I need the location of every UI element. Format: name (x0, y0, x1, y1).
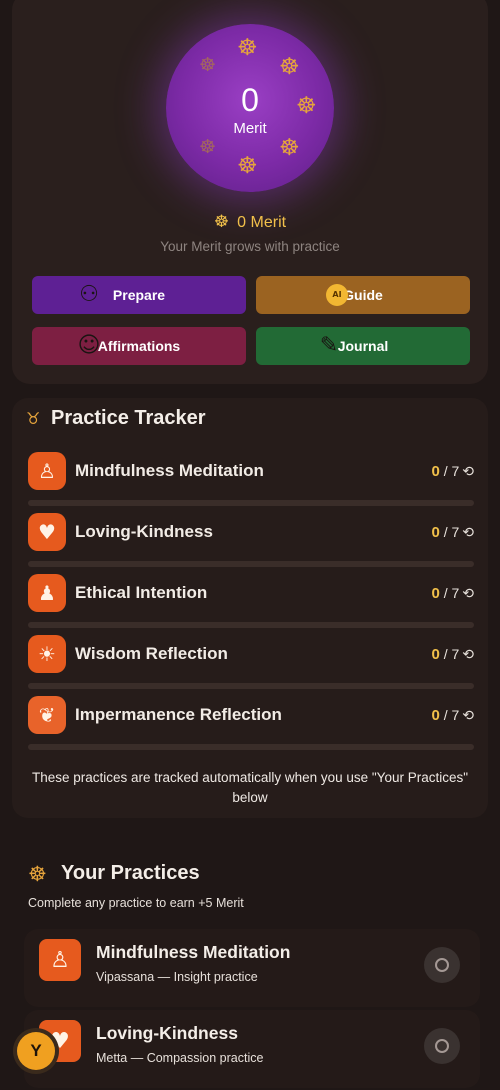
meditation-icon: ♙ (28, 452, 66, 490)
tracker-row[interactable]: ☀ Wisdom Reflection 0 / 7 ⟲ (28, 635, 474, 695)
tracker-row[interactable]: ♟ Ethical Intention 0 / 7 ⟲ (28, 574, 474, 634)
app-page: ☸ ☸ ☸ ☸ ☸ ☸ ☸ 0 Merit ☸ 0 Merit Your Meri… (0, 0, 500, 1090)
dharma-wheel-icon: ☸ (213, 212, 230, 232)
merit-subtitle: Your Merit grows with practice (160, 239, 340, 254)
guide-button[interactable]: AI Guide (256, 276, 470, 314)
tracker-progress-bar (28, 561, 474, 567)
tracker-row[interactable]: ♥ Loving-Kindness 0 / 7 ⟲ (28, 513, 474, 573)
practice-subtitle: Vipassana — Insight practice (96, 970, 258, 984)
journal-button[interactable]: ✎ Journal (256, 327, 470, 365)
merit-summary: ☸ 0 Merit (0, 212, 500, 232)
dharma-wheel-icon: ☸ (199, 136, 217, 158)
practice-card[interactable]: ♙ Mindfulness Meditation Vipassana — Ins… (24, 929, 480, 1007)
tracker-row-count: 0 / 7 ⟲ (431, 646, 474, 663)
history-icon[interactable]: ⟲ (462, 647, 474, 663)
tracker-progress-bar (28, 683, 474, 689)
affirmation-heads-icon: ☺ (77, 333, 101, 358)
dharma-wheel-icon: ☸ (279, 135, 300, 161)
merit-summary-text: 0 Merit (237, 214, 287, 231)
tracker-progress-bar (28, 500, 474, 506)
user-avatar[interactable]: Y (17, 1032, 55, 1070)
affirmations-button[interactable]: ☺ Affirmations (32, 327, 246, 365)
ai-bulb-icon: AI (320, 279, 354, 311)
tracker-row[interactable]: ♙ Mindfulness Meditation 0 / 7 ⟲ (28, 452, 474, 512)
complete-radio-button[interactable] (424, 947, 460, 983)
leaf-icon: ❦ (28, 696, 66, 734)
tracker-row-name: Impermanence Reflection (75, 705, 282, 724)
dharma-wheel-icon: ☸ (28, 862, 47, 886)
dharma-wheel-icon: ☸ (279, 54, 300, 80)
your-practices-subtitle: Complete any practice to earn +5 Merit (28, 896, 244, 910)
affirmations-label: Affirmations (97, 338, 181, 354)
history-icon[interactable]: ⟲ (462, 525, 474, 541)
ai-badge: AI (326, 284, 348, 306)
tracker-row-count: 0 / 7 ⟲ (431, 585, 474, 602)
practice-card[interactable]: ♥ Loving-Kindness Metta — Compassion pra… (24, 1010, 480, 1088)
radio-ring-icon (435, 958, 449, 972)
your-practices-title: Your Practices (61, 862, 200, 884)
head-lightbulb-icon: ☀ (28, 635, 66, 673)
meditation-icon: ♙ (39, 939, 81, 981)
heart-hands-icon: ♥ (28, 513, 66, 551)
tracker-row-name: Ethical Intention (75, 583, 208, 602)
tracker-title: Practice Tracker (51, 407, 206, 429)
tracker-row[interactable]: ❦ Impermanence Reflection 0 / 7 ⟲ (28, 696, 474, 756)
history-icon[interactable]: ⟲ (462, 708, 474, 724)
practice-subtitle: Metta — Compassion practice (96, 1051, 264, 1065)
dharma-wheel-icon: ☸ (237, 35, 258, 61)
dharma-wheel-icon: ☸ (199, 54, 217, 76)
tracker-row-name: Mindfulness Meditation (75, 461, 264, 480)
tracker-row-name: Wisdom Reflection (75, 644, 228, 663)
tracker-row-count: 0 / 7 ⟲ (431, 707, 474, 724)
prepare-button[interactable]: ⚇ Prepare (32, 276, 246, 314)
complete-radio-button[interactable] (424, 1028, 460, 1064)
history-icon[interactable]: ⟲ (462, 464, 474, 480)
practice-name: Mindfulness Meditation (96, 942, 291, 962)
practice-name: Loving-Kindness (96, 1023, 238, 1043)
prepare-label: Prepare (112, 287, 166, 303)
radio-ring-icon (435, 1039, 449, 1053)
tracker-progress-bar (28, 744, 474, 750)
tracker-progress-bar (28, 622, 474, 628)
thinking-person-icon: ⚇ (79, 282, 99, 307)
tracker-row-count: 0 / 7 ⟲ (431, 463, 474, 480)
tracker-badge-icon: ♉ (26, 409, 41, 428)
merit-value: 0 (241, 82, 259, 118)
person-icon: ♟ (28, 574, 66, 612)
dharma-wheel-icon: ☸ (237, 153, 258, 179)
history-icon[interactable]: ⟲ (462, 586, 474, 602)
tracker-row-count: 0 / 7 ⟲ (431, 524, 474, 541)
tracker-note: These practices are tracked automaticall… (31, 770, 469, 805)
notebook-pen-icon: ✎ (319, 333, 339, 358)
merit-label: Merit (233, 120, 267, 137)
merit-orb: ☸ ☸ ☸ ☸ ☸ ☸ ☸ 0 Merit (166, 24, 334, 192)
tracker-row-name: Loving-Kindness (75, 522, 213, 541)
